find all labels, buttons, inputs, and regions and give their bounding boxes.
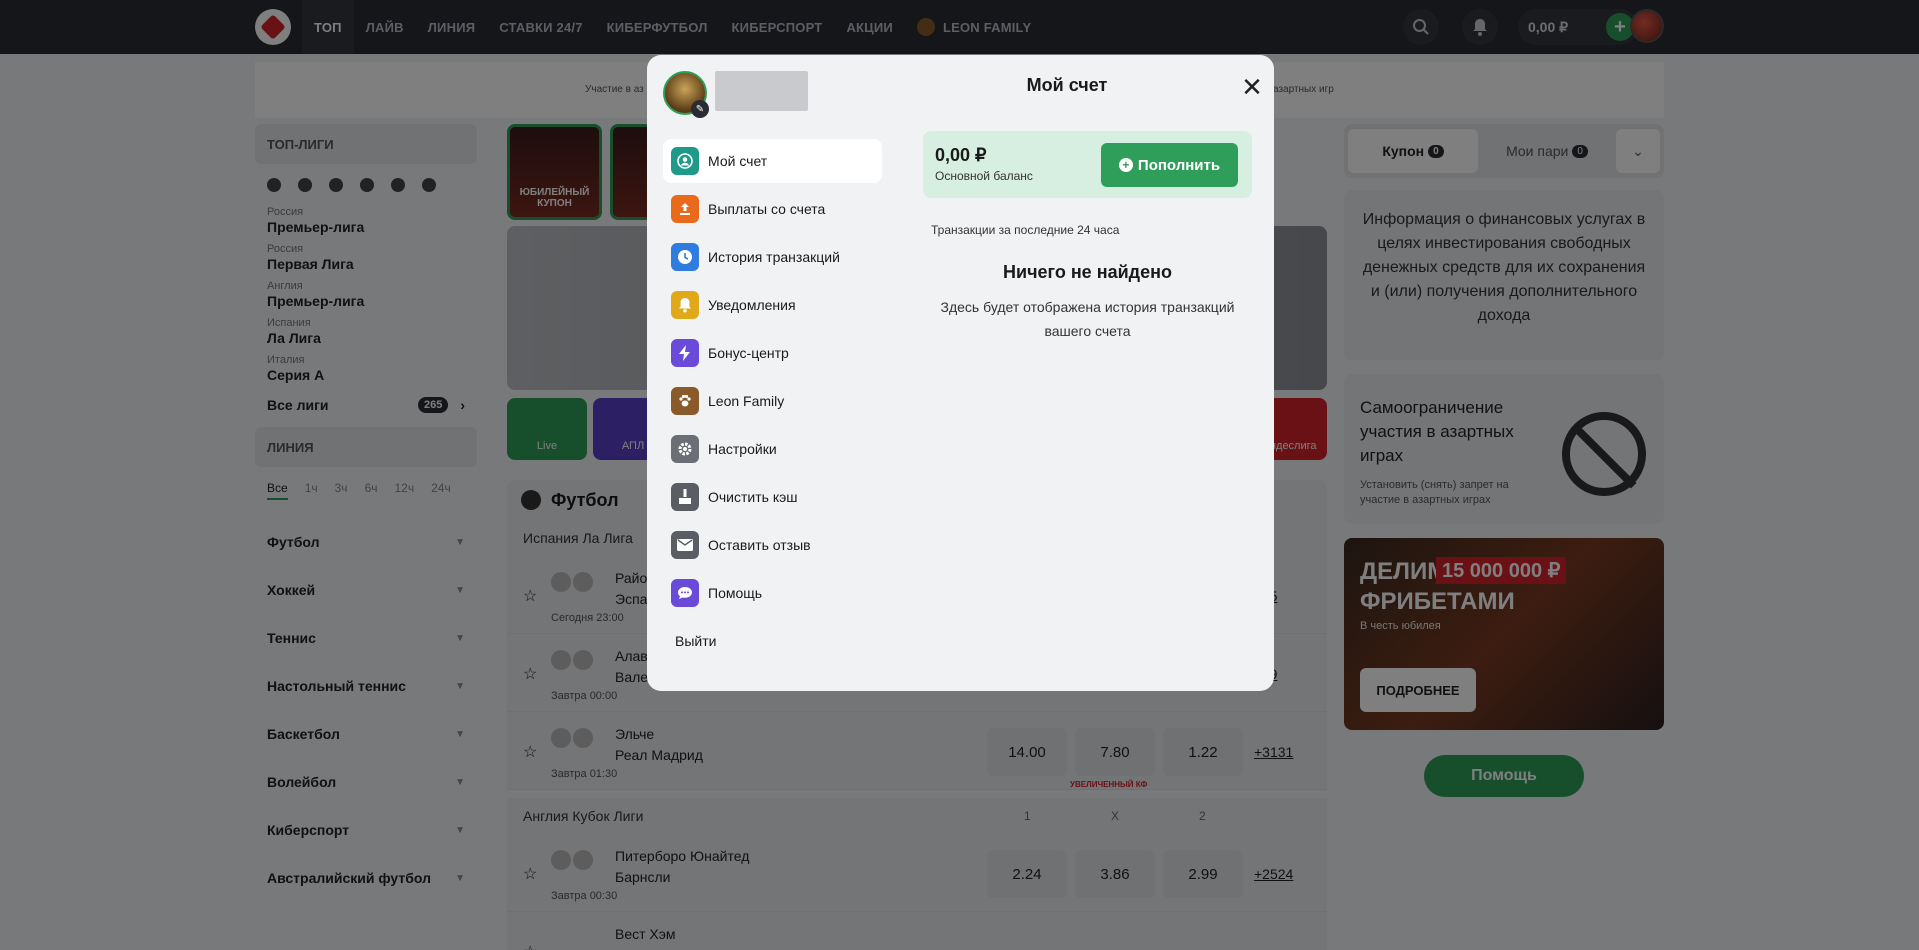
pencil-icon[interactable]: ✎ xyxy=(691,100,709,118)
menu-item-feedback[interactable]: Оставить отзыв xyxy=(663,523,882,567)
menu-item-label: Бонус-центр xyxy=(708,345,789,361)
menu-item-my-account[interactable]: Мой счет xyxy=(663,139,882,183)
menu-item-notifications[interactable]: Уведомления xyxy=(663,283,882,327)
menu-item-label: Настройки xyxy=(708,441,777,457)
upload-icon xyxy=(671,195,699,223)
close-button[interactable]: ✕ xyxy=(1240,72,1264,102)
bolt-icon xyxy=(671,339,699,367)
menu-item-label: Выплаты со счета xyxy=(708,201,826,217)
close-icon: ✕ xyxy=(1241,72,1263,102)
menu-item-withdrawals[interactable]: Выплаты со счета xyxy=(663,187,882,231)
balance-amount: 0,00 ₽ xyxy=(935,145,987,165)
empty-state-subtitle: Здесь будет отображена история транзакци… xyxy=(940,299,1235,339)
paw-icon xyxy=(671,387,699,415)
menu-item-clear-cache[interactable]: Очистить кэш xyxy=(663,475,882,519)
menu-item-label: Помощь xyxy=(708,585,763,601)
transactions-heading: Транзакции за последние 24 часа xyxy=(931,223,1120,237)
account-menu: Мой счет Выплаты со счета История транза… xyxy=(663,139,882,663)
gear-icon xyxy=(671,435,699,463)
menu-item-bonus-center[interactable]: Бонус-центр xyxy=(663,331,882,375)
menu-item-leon-family[interactable]: Leon Family xyxy=(663,379,882,423)
menu-item-label: Оставить отзыв xyxy=(708,537,811,553)
chat-icon xyxy=(671,579,699,607)
balance-card: 0,00 ₽ Основной баланс + Пополнить xyxy=(923,131,1252,198)
menu-item-label: История транзакций xyxy=(708,249,840,265)
deposit-button[interactable]: + Пополнить xyxy=(1101,143,1238,187)
plus-icon: + xyxy=(1118,158,1133,172)
menu-item-label: Мой счет xyxy=(708,153,768,169)
account-modal: ✎ Мой счет ✕ Мой счет Выплаты со счета И… xyxy=(647,55,1274,691)
modal-title: Мой счет xyxy=(1026,75,1108,95)
bell-icon xyxy=(671,291,699,319)
menu-item-transactions[interactable]: История транзакций xyxy=(663,235,882,279)
menu-item-label: Уведомления xyxy=(708,297,796,313)
mail-icon xyxy=(671,531,699,559)
balance-label: Основной баланс xyxy=(935,169,1033,183)
menu-item-help[interactable]: Помощь xyxy=(663,571,882,615)
empty-state-title: Ничего не найдено xyxy=(1003,262,1172,282)
menu-item-label: Очистить кэш xyxy=(708,489,798,505)
username-placeholder xyxy=(715,71,808,111)
menu-item-label: Leon Family xyxy=(708,393,785,409)
logout-button[interactable]: Выйти xyxy=(663,619,882,663)
broom-icon xyxy=(671,483,699,511)
clock-icon xyxy=(671,243,699,271)
user-icon xyxy=(671,147,699,175)
menu-item-settings[interactable]: Настройки xyxy=(663,427,882,471)
deposit-label: Пополнить xyxy=(1137,156,1221,174)
